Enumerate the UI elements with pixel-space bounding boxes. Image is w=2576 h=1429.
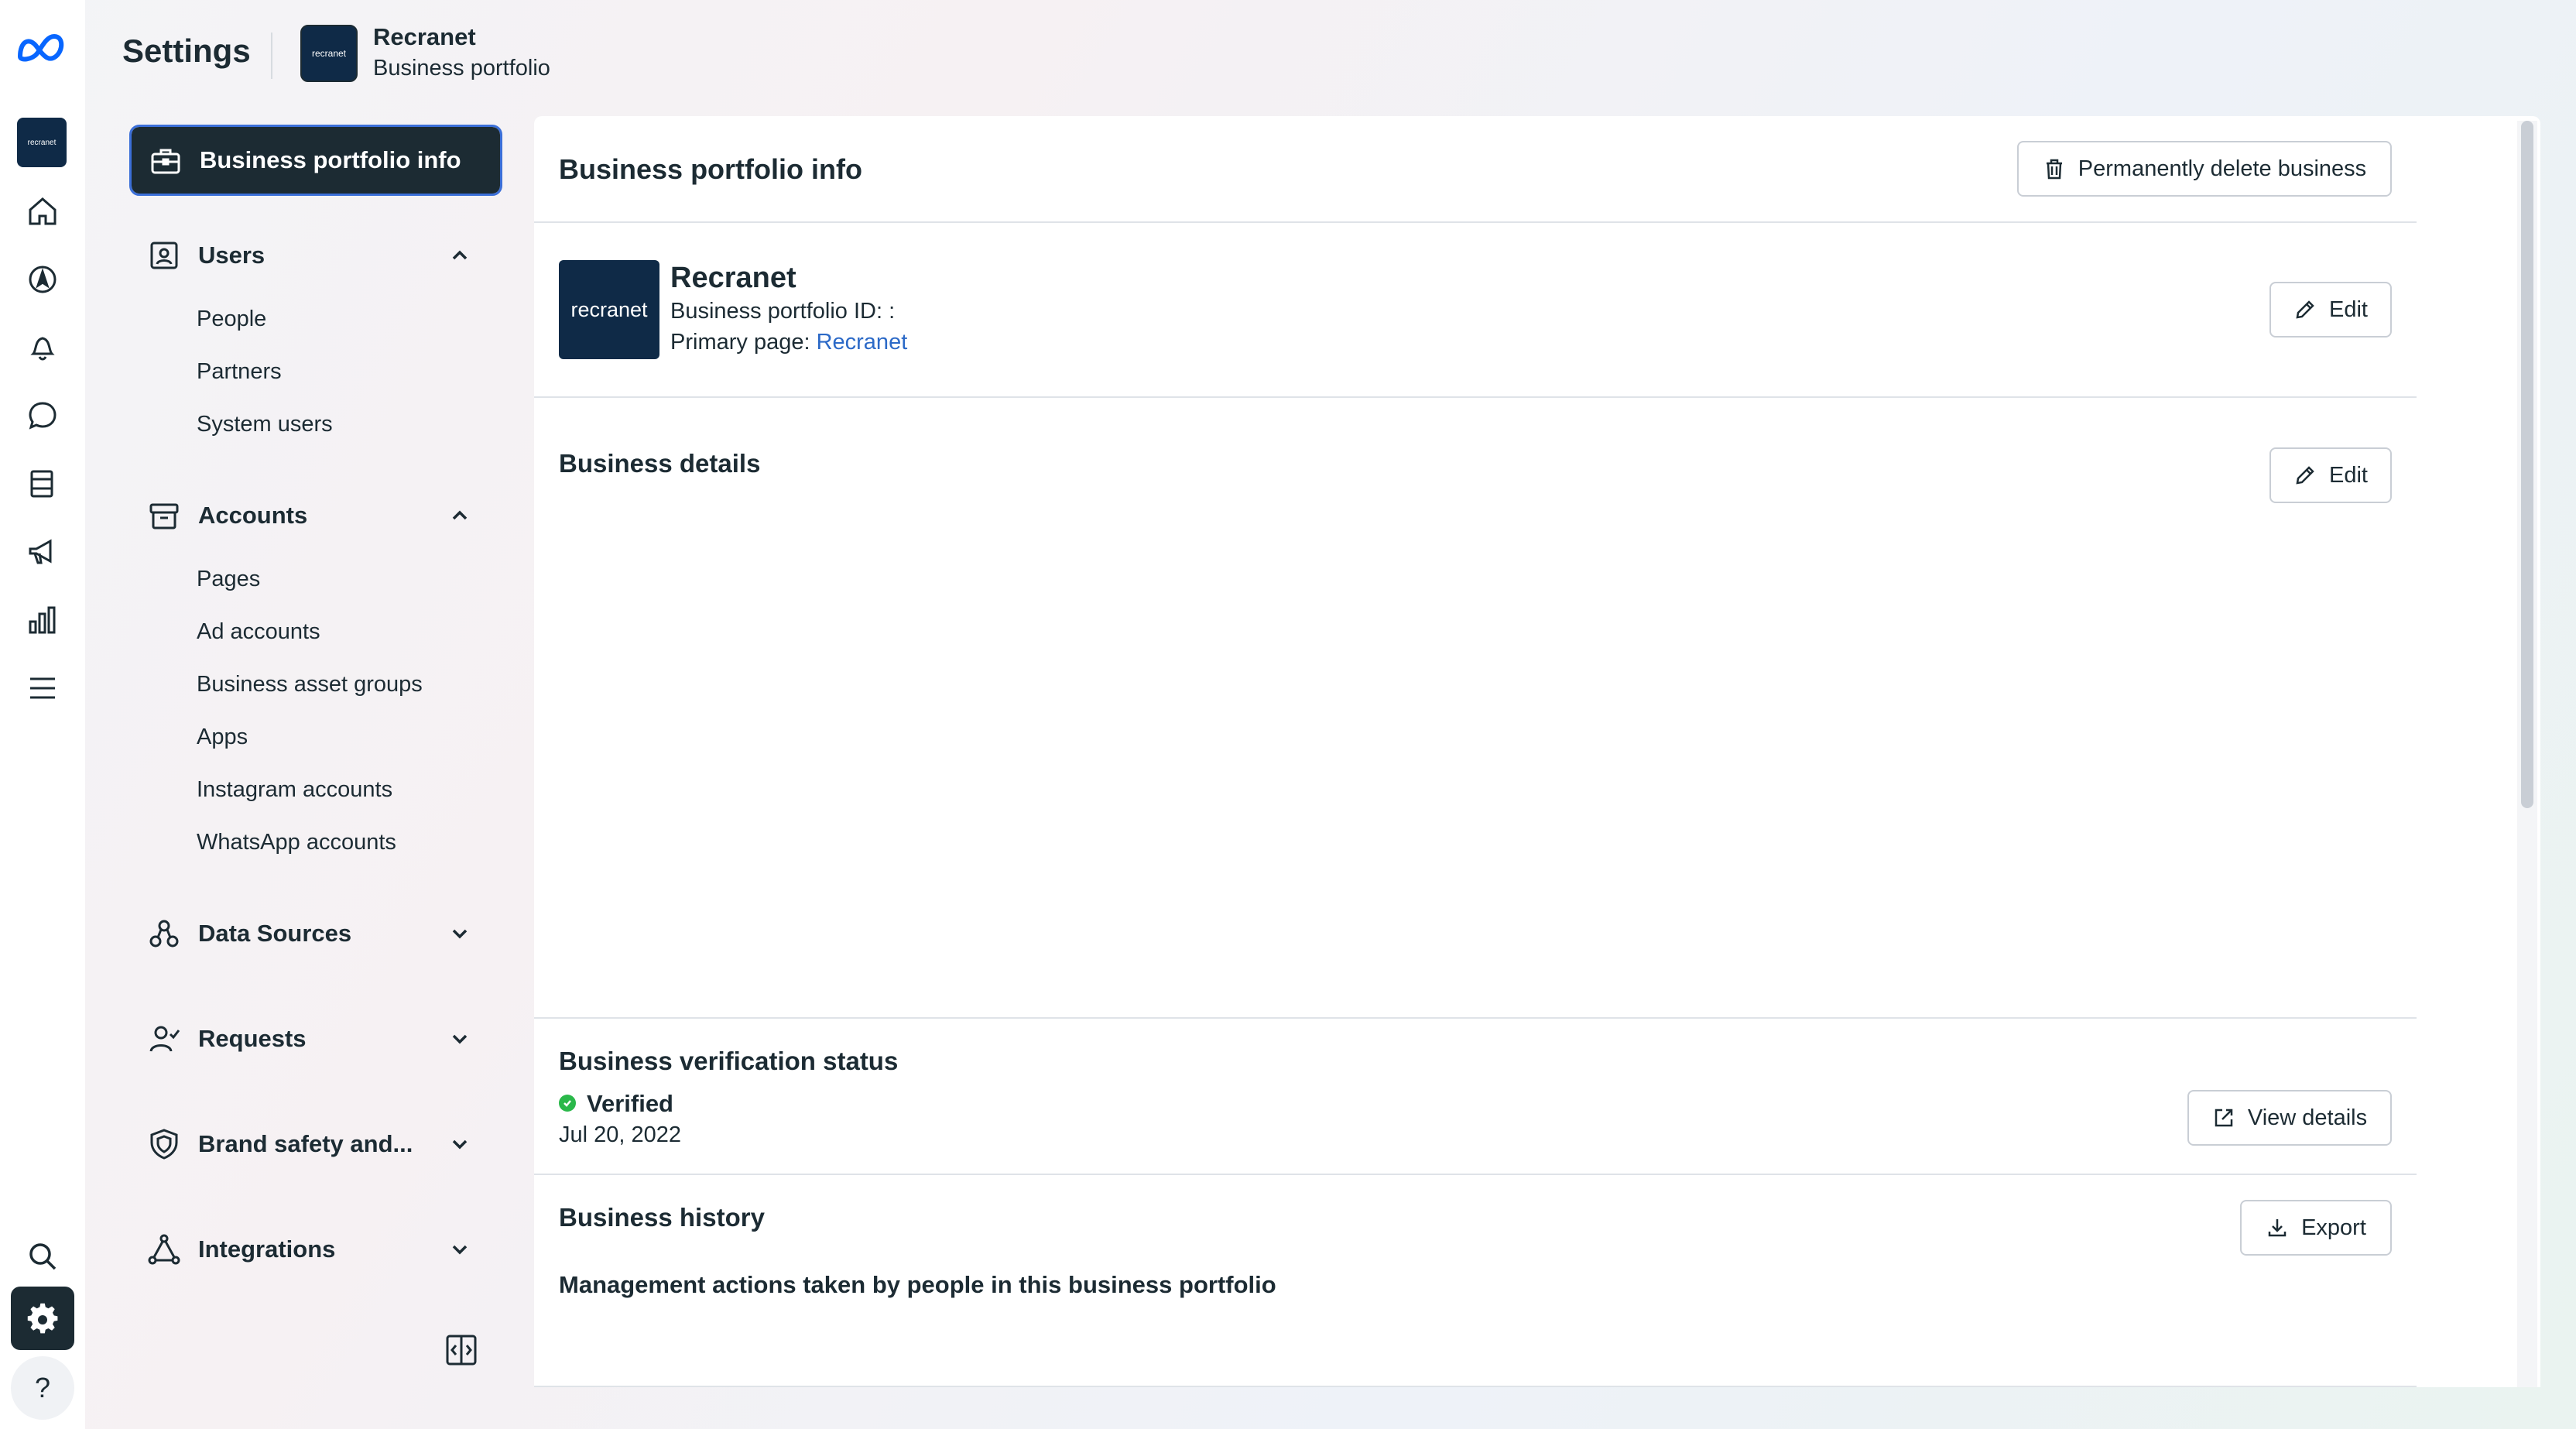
sidebar-item-pages[interactable]: Pages [197, 567, 260, 592]
menu-icon[interactable] [11, 656, 74, 720]
sidebar-section-label: Integrations [198, 1235, 336, 1263]
business-logo: recranet [559, 260, 659, 359]
download-icon [2268, 1219, 2287, 1237]
button-label: View details [2247, 1105, 2368, 1130]
sidebar-item-business-asset-groups[interactable]: Business asset groups [197, 672, 423, 697]
divider [534, 396, 2417, 398]
sidebar-section-integrations[interactable]: Integrations [147, 1226, 472, 1273]
sidebar-item-business-portfolio-info[interactable]: Business portfolio info [129, 125, 502, 196]
sidebar-item-apps[interactable]: Apps [197, 725, 248, 750]
verification-title: Business verification status [559, 1047, 899, 1075]
search-icon[interactable] [11, 1225, 74, 1288]
pencil-icon [2296, 466, 2314, 485]
sidebar-section-label: Brand safety and... [198, 1130, 413, 1157]
integrations-icon [148, 1234, 180, 1265]
sidebar-item-instagram-accounts[interactable]: Instagram accounts [197, 777, 392, 803]
header-business-avatar[interactable]: recranet [300, 25, 358, 82]
chat-icon[interactable] [11, 384, 74, 447]
shield-icon [150, 1129, 178, 1160]
business-history-description: Management actions taken by people in th… [559, 1271, 1276, 1298]
divider [534, 1386, 2417, 1387]
pencil-icon [2296, 300, 2314, 319]
business-history-title: Business history [559, 1203, 765, 1232]
chevron-down-icon [452, 1245, 468, 1255]
sidebar-section-accounts[interactable]: Accounts [147, 492, 472, 539]
sidebar-item-system-users[interactable]: System users [197, 412, 333, 437]
verification-date: Jul 20, 2022 [559, 1122, 682, 1147]
button-label: Permanently delete business [2078, 156, 2367, 181]
sidebar-item-partners[interactable]: Partners [197, 359, 282, 385]
primary-page-row: Primary page: Recranet [670, 330, 907, 355]
edit-business-details-button[interactable]: Edit [2269, 447, 2392, 503]
meta-logo-icon[interactable] [11, 15, 74, 79]
chevron-up-icon [452, 510, 468, 520]
sidebar-section-users[interactable]: Users [147, 232, 472, 279]
home-icon[interactable] [11, 180, 74, 243]
header-business-sub: Business portfolio [373, 56, 550, 81]
button-label: Edit [2329, 296, 2368, 322]
sidebar-section-brand-safety[interactable]: Brand safety and... [147, 1121, 472, 1167]
insights-icon[interactable] [11, 588, 74, 652]
trash-icon [2046, 159, 2062, 180]
header-business-name[interactable]: Recranet [373, 23, 476, 51]
view-details-button[interactable]: View details [2187, 1090, 2392, 1146]
sidebar-section-label: Accounts [198, 502, 308, 529]
chevron-down-icon [452, 1034, 468, 1044]
permanently-delete-business-button[interactable]: Permanently delete business [2017, 141, 2392, 197]
archive-icon [149, 503, 179, 529]
help-glyph: ? [34, 1372, 51, 1403]
business-name: Recranet [670, 262, 796, 294]
verification-status: Verified [587, 1090, 673, 1117]
chevron-down-icon [452, 1139, 468, 1150]
chevron-down-icon [452, 929, 468, 939]
divider [534, 221, 2417, 223]
page-title: Settings [122, 33, 251, 69]
gear-icon[interactable] [11, 1287, 74, 1350]
compass-icon[interactable] [11, 248, 74, 311]
help-icon[interactable]: ? [11, 1356, 74, 1420]
sidebar-item-people[interactable]: People [197, 307, 266, 332]
header-divider [271, 33, 272, 79]
chevron-up-icon [452, 250, 468, 260]
primary-page-label: Primary page: [670, 330, 817, 355]
main-title: Business portfolio info [559, 153, 862, 185]
megaphone-icon[interactable] [11, 520, 74, 584]
briefcase-icon [151, 149, 180, 174]
data-sources-icon [149, 920, 179, 948]
button-label: Export [2301, 1215, 2366, 1240]
check-circle-icon [559, 1095, 576, 1112]
person-check-icon [149, 1026, 180, 1052]
collapse-sidebar-icon[interactable] [444, 1333, 478, 1367]
sidebar-section-data-sources[interactable]: Data Sources [147, 910, 472, 957]
sidebar-section-label: Users [198, 242, 265, 269]
edit-business-button[interactable]: Edit [2269, 282, 2392, 338]
users-icon [150, 242, 178, 269]
left-rail: recranet ? [0, 0, 85, 1429]
external-link-icon [2215, 1109, 2233, 1127]
business-avatar[interactable]: recranet [17, 118, 67, 167]
sidebar-item-ad-accounts[interactable]: Ad accounts [197, 619, 320, 645]
divider [534, 1174, 2417, 1175]
sidebar-section-label: Data Sources [198, 920, 352, 947]
sidebar-item-whatsapp-accounts[interactable]: WhatsApp accounts [197, 830, 396, 855]
primary-page-link[interactable]: Recranet [817, 330, 908, 355]
button-label: Edit [2329, 462, 2368, 488]
sidebar-section-requests[interactable]: Requests [147, 1016, 472, 1062]
pages-icon[interactable] [11, 452, 74, 516]
business-details-title: Business details [559, 449, 761, 478]
sidebar-item-label: Business portfolio info [200, 146, 461, 173]
bell-icon[interactable] [11, 316, 74, 379]
export-button[interactable]: Export [2240, 1200, 2392, 1256]
scrollbar-thumb[interactable] [2521, 121, 2533, 808]
sidebar-section-label: Requests [198, 1025, 307, 1052]
business-portfolio-id: Business portfolio ID: : [670, 299, 896, 324]
divider [534, 1017, 2417, 1019]
